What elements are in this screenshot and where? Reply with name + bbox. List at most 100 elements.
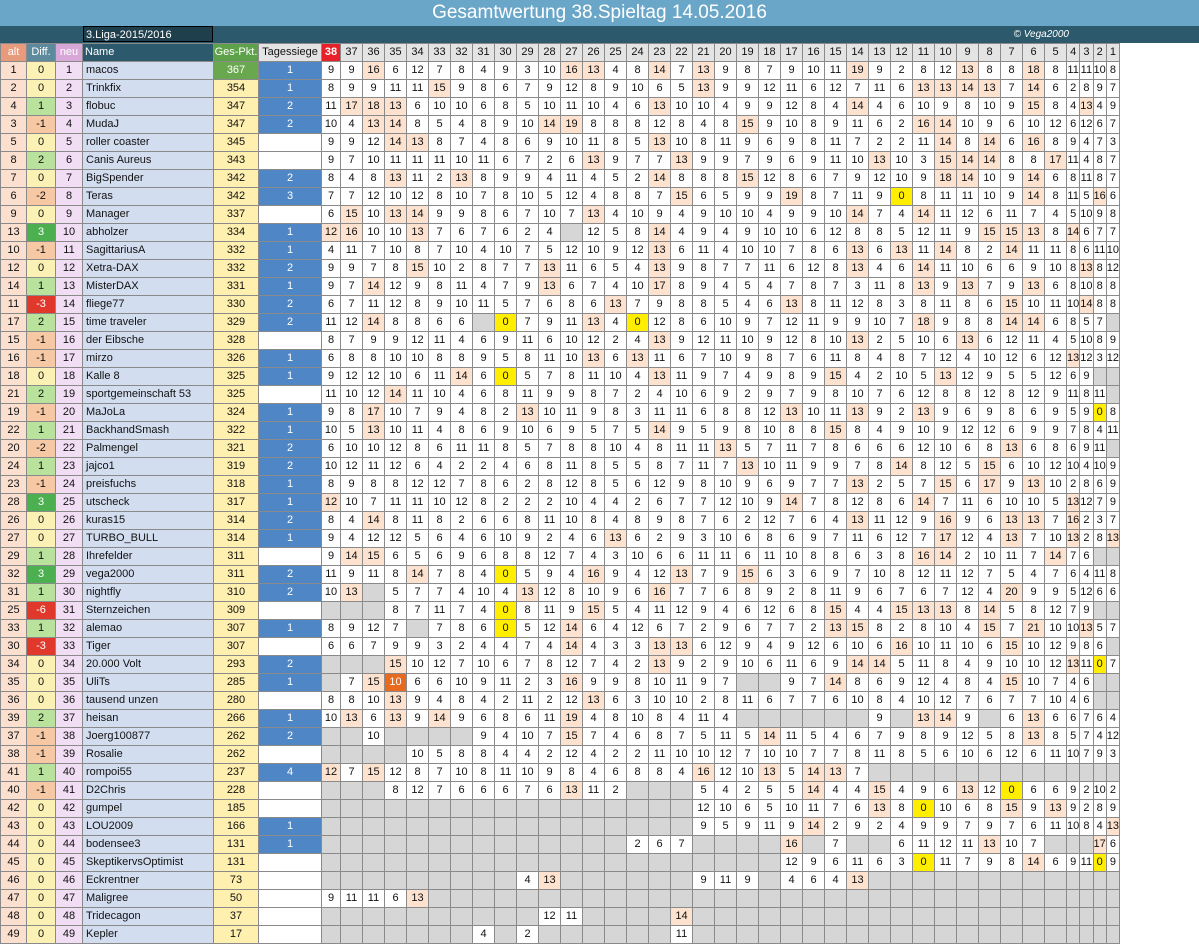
table-row[interactable]: 28 3 25 utscheck 317 1 12 10 7 11 11 10 12 8 2 2 2 10 4 4 2 6… xyxy=(0,493,1121,512)
table-row[interactable]: 18 0 18 Kalle 8 325 1 9 12 12 10 6 11 14 6 0 5 7 8 11 10 4 13… xyxy=(0,367,1121,386)
col-header-matchday[interactable]: 19 xyxy=(736,43,759,62)
table-row[interactable]: 36 0 36 tausend unzen 280 8 8 10 13 9 4 8 4 2 11 2 12 13 6… xyxy=(0,691,1121,710)
table-row[interactable]: 23 -1 24 preisfuchs 318 1 8 9 8 8 12 12 7 8 6 2 8 12 8 5 6 12… xyxy=(0,475,1121,494)
col-header-matchday[interactable]: 9 xyxy=(956,43,979,62)
cell-score: 10 xyxy=(538,403,561,422)
col-header-matchday[interactable]: 2 xyxy=(1092,43,1107,62)
table-row[interactable]: 21 2 19 sportgemeinschaft 53 325 11 10 12 14 11 10… xyxy=(0,385,1121,404)
table-row[interactable]: 4 1 3 flobuc 347 2 11 17 18 13 6 10 10 6 8 5 10 11 10 4 6 13 1… xyxy=(0,97,1121,116)
col-header-matchday[interactable]: 28 xyxy=(538,43,561,62)
table-row[interactable]: 8 2 6 Canis Aureus 343 9 7 10 11 11 11 10 11 6 7 2 6 13 9 7… xyxy=(0,151,1121,170)
col-header-matchday[interactable]: 37 xyxy=(340,43,363,62)
table-row[interactable]: 37 -1 38 Joerg100877 262 2 10 9 4 10 7 15 7 4 6 8 7 5 11 5 1… xyxy=(0,727,1121,746)
col-header-matchday[interactable]: 23 xyxy=(648,43,671,62)
table-row[interactable]: 2 0 2 Trinkfix 354 1 8 9 9 11 11 15 9 8 6 7 9 12 8 9 10 6 5 13 9… xyxy=(0,79,1121,98)
col-header-daily-wins[interactable]: Tagessiege xyxy=(258,43,322,62)
col-header-matchday[interactable]: 6 xyxy=(1022,43,1045,62)
table-row[interactable]: 19 -1 20 MaJoLa 324 1 9 8 17 10 7 9 4 8 2 13 10 11 9 8 3 11 11… xyxy=(0,403,1121,422)
col-header-matchday[interactable]: 14 xyxy=(846,43,869,62)
table-row[interactable]: 38 -1 39 Rosalie 262 10 5 8 8 4 4 2 12 4 2 2 11 10 10 12 7 10… xyxy=(0,745,1121,764)
table-row[interactable]: 25 -6 31 Sternzeichen 309 8 7 11 7 4 0 8 11 9 15 5 4 11 12… xyxy=(0,601,1121,620)
table-row[interactable]: 6 -2 8 Teras 342 3 7 7 12 10 12 8 10 7 8 10 5 12 4 8 8 7 15 6 5 9… xyxy=(0,187,1121,206)
table-row[interactable]: 9 0 9 Manager 337 6 15 10 13 14 9 9 8 6 7 10 7 13 4 10 9 4 9 10… xyxy=(0,205,1121,224)
table-row[interactable]: 42 0 42 gumpel 185 12 10 6 5 10 11 7 6 13 8 0 10 6 8 15 9 13 9… xyxy=(0,799,1121,818)
col-header-matchday[interactable]: 26 xyxy=(582,43,605,62)
col-header-matchday[interactable]: 35 xyxy=(384,43,407,62)
table-row[interactable]: 3 -1 4 MudaJ 347 2 10 4 13 14 8 5 4 8 9 10 14 19 8 8 8 12 8 4 8 1… xyxy=(0,115,1121,134)
table-row[interactable]: 5 0 5 roller coaster 345 9 9 12 14 13 8 7 4 8 6 9 10 11 8 5… xyxy=(0,133,1121,152)
table-row[interactable]: 34 0 34 20.000 Volt 293 2 15 10 12 7 10 6 7 8 12 7 4 2 13 9… xyxy=(0,655,1121,674)
col-header-matchday[interactable]: 17 xyxy=(780,43,803,62)
table-row[interactable]: 22 1 21 BackhandSmash 322 1 10 5 13 10 11 4 8 6 9 10 6 9 5… xyxy=(0,421,1121,440)
table-row[interactable]: 33 1 32 alemao 307 1 8 9 12 7 7 8 6 0 5 12 14 6 4 12 6 7 2 9 6 7 7… xyxy=(0,619,1121,638)
table-row[interactable]: 29 1 28 Ihrefelder 311 9 14 15 6 5 6 9 6 8 8 12 7 4 3 10 6 6 1… xyxy=(0,547,1121,566)
col-header-matchday[interactable]: 4 xyxy=(1065,43,1081,62)
table-row[interactable]: 11 -3 14 fliege77 330 2 6 7 11 12 8 9 10 11 5 7 6 8 6 13 7 9 8… xyxy=(0,295,1121,314)
table-row[interactable]: 13 3 10 abholzer 334 1 12 16 10 10 13 7 6 7 6 2 4 12 5 8 14 4… xyxy=(0,223,1121,242)
table-row[interactable]: 27 0 27 TURBO_BULL 314 1 9 4 12 12 5 6 4 6 10 9 2 4 6 13 6 2 9… xyxy=(0,529,1121,548)
col-header-alt[interactable]: alt xyxy=(0,43,27,62)
table-row[interactable]: 32 3 29 vega2000 311 2 11 9 11 8 14 7 8 4 0 5 9 4 16 9 4 12 13… xyxy=(0,565,1121,584)
col-header-matchday[interactable]: 34 xyxy=(406,43,429,62)
table-row[interactable]: 48 0 48 Tridecagon 37 12 11 14 xyxy=(0,907,1121,926)
table-row[interactable]: 39 2 37 heisan 266 1 10 13 6 13 9 14 9 6 8 6 11 19 4 8 10 8 4 1… xyxy=(0,709,1121,728)
cell-score: 6 xyxy=(1079,547,1094,566)
col-header-matchday[interactable]: 21 xyxy=(692,43,715,62)
col-header-matchday[interactable]: 32 xyxy=(450,43,473,62)
table-row[interactable]: 40 -1 41 D2Chris 228 8 12 7 6 6 6 7 6 13 11 2 5 4 2 5 5 14 4 4 1… xyxy=(0,781,1121,800)
col-header-matchday[interactable]: 20 xyxy=(714,43,737,62)
col-header-matchday[interactable]: 36 xyxy=(362,43,385,62)
cell-score xyxy=(560,799,583,818)
table-row[interactable]: 10 -1 11 SagittariusA 332 1 4 11 7 10 8 7 10 4 10 7 5 12 1… xyxy=(0,241,1121,260)
col-header-matchday[interactable]: 3 xyxy=(1079,43,1094,62)
col-header-neu[interactable]: neu xyxy=(55,43,83,62)
table-row[interactable]: 24 1 23 jajco1 319 2 10 12 11 12 6 4 2 2 4 6 8 11 8 5 5 8 7 11 7… xyxy=(0,457,1121,476)
col-header-matchday[interactable]: 30 xyxy=(494,43,517,62)
col-header-matchday[interactable]: 13 xyxy=(868,43,891,62)
col-header-matchday[interactable]: 11 xyxy=(912,43,935,62)
table-row[interactable]: 41 1 40 rompoi55 237 4 12 7 15 12 8 7 10 8 11 10 9 8 4 6 8 8 4… xyxy=(0,763,1121,782)
table-row[interactable]: 30 -3 33 Tiger 307 6 6 7 9 9 3 2 4 4 7 4 14 4 3 3 13 13 6 12 9 4 9… xyxy=(0,637,1121,656)
col-header-matchday[interactable]: 25 xyxy=(604,43,627,62)
col-header-matchday[interactable]: 10 xyxy=(934,43,957,62)
col-header-total[interactable]: Ges-Pkt. xyxy=(213,43,259,62)
col-header-matchday[interactable]: 8 xyxy=(978,43,1001,62)
col-header-matchday[interactable]: 31 xyxy=(472,43,495,62)
col-header-matchday[interactable]: 33 xyxy=(428,43,451,62)
col-header-matchday[interactable]: 5 xyxy=(1044,43,1067,62)
cell-score: 16 xyxy=(912,547,935,566)
col-header-matchday[interactable]: 7 xyxy=(1000,43,1023,62)
col-header-matchday[interactable]: 16 xyxy=(802,43,825,62)
table-row[interactable]: 14 1 13 MisterDAX 331 1 9 7 14 12 9 8 11 4 7 9 13 6 7 4 10 17… xyxy=(0,277,1121,296)
table-row[interactable]: 43 0 43 LOU2009 166 1 9 5 9 11 9 14 2 9 2 4 9 9 7 9 7 6 11 10 8 4… xyxy=(0,817,1121,836)
col-header-matchday[interactable]: 22 xyxy=(670,43,693,62)
table-row[interactable]: 17 2 15 time traveler 329 2 11 12 14 8 8 6 6 0 7 9 11 13 4… xyxy=(0,313,1121,332)
col-header-name[interactable]: Name xyxy=(82,43,214,62)
col-header-matchday[interactable]: 1 xyxy=(1105,43,1121,62)
col-header-diff[interactable]: Diff. xyxy=(26,43,56,62)
table-row[interactable]: 35 0 35 UliTs 285 1 7 15 10 6 6 10 9 11 2 3 16 9 9 8 10 11 9 7 9… xyxy=(0,673,1121,692)
col-header-matchday[interactable]: 12 xyxy=(890,43,913,62)
col-header-matchday[interactable]: 18 xyxy=(758,43,781,62)
table-row[interactable]: 20 -2 22 Palmengel 321 2 6 10 10 12 8 6 11 11 8 5 7 8 8 10 4… xyxy=(0,439,1121,458)
col-header-matchday[interactable]: 29 xyxy=(516,43,539,62)
table-row[interactable]: 26 0 26 kuras15 314 2 8 4 14 8 11 8 2 6 6 8 11 10 8 4 8 9 8 7 6 2… xyxy=(0,511,1121,530)
table-row[interactable]: 7 0 7 BigSpender 342 2 8 4 8 13 11 2 13 8 9 9 4 11 4 5 2 14 8 8… xyxy=(0,169,1121,188)
col-header-matchday[interactable]: 27 xyxy=(560,43,583,62)
table-row[interactable]: 15 -1 16 der Eibsche 328 8 7 9 9 12 11 4 6 9 11 6 10 12 2 4… xyxy=(0,331,1121,350)
table-row[interactable]: 1 0 1 macos 367 1 9 9 16 6 12 7 8 4 9 3 10 16 13 4 8 14 7 13 9 8 7… xyxy=(0,61,1121,80)
col-header-matchday[interactable]: 24 xyxy=(626,43,649,62)
table-row[interactable]: 16 -1 17 mirzo 326 1 6 8 8 10 10 8 8 9 5 8 11 10 13 6 13 11 6 7… xyxy=(0,349,1121,368)
cell-score: 10 xyxy=(362,727,385,746)
cell-score: 10 xyxy=(516,115,539,134)
cell-score: 8 xyxy=(802,97,825,116)
table-row[interactable]: 46 0 46 Eckrentner 73 4 13 9 11 9 4 6 4 13 xyxy=(0,871,1121,890)
table-row[interactable]: 31 1 30 nightfly 310 2 10 13 5 7 7 4 10 4 13 12 8 10 9 6 16 7… xyxy=(0,583,1121,602)
table-row[interactable]: 12 0 12 Xetra-DAX 332 2 9 9 7 8 15 10 2 8 7 7 13 11 6 5 4 13 9… xyxy=(0,259,1121,278)
table-row[interactable]: 49 0 49 Kepler 17 4 2 11 xyxy=(0,925,1121,944)
table-row[interactable]: 45 0 45 SkeptikervsOptimist 131 12 9 6 11 6 3 0 11 7 9… xyxy=(0,853,1121,872)
table-row[interactable]: 44 0 44 bodensee3 131 1 2 6 7 16 7 6 11 12 11 13 10 7 17 6 xyxy=(0,835,1121,854)
col-header-matchday[interactable]: 15 xyxy=(824,43,847,62)
table-row[interactable]: 47 0 47 Maligree 50 9 11 11 6 13 xyxy=(0,889,1121,908)
col-header-matchday[interactable]: 38 xyxy=(321,43,341,62)
